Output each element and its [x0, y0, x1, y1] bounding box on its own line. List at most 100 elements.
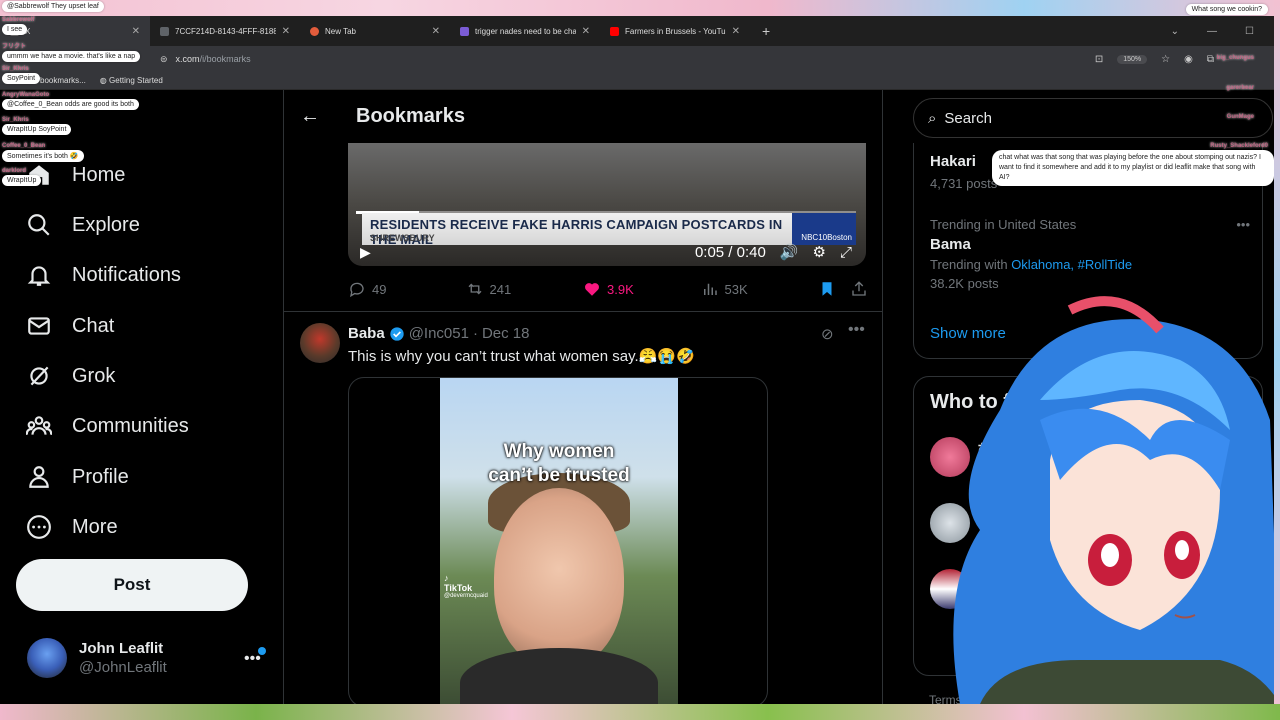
url-field[interactable]: x.com/i/bookmarks — [176, 54, 251, 64]
nav-communities[interactable]: Communities — [26, 413, 189, 439]
tab-search-icon[interactable]: ⌄ — [1171, 26, 1179, 37]
close-icon[interactable]: ✕ — [432, 26, 440, 37]
trending-with: Trending with Oklahoma, #RollTide — [930, 257, 1133, 272]
nav-more[interactable]: More — [26, 514, 118, 540]
grok-icon — [30, 366, 49, 386]
extensions-icon[interactable]: ⧉ — [1207, 54, 1214, 65]
close-icon[interactable]: ✕ — [132, 26, 140, 37]
fullscreen-icon[interactable]: ⤢ — [840, 244, 852, 261]
avatar[interactable] — [300, 323, 340, 363]
tab-youtube[interactable]: Farmers in Brussels - YouTube ✕ — [600, 16, 750, 46]
close-icon[interactable]: ✕ — [282, 26, 290, 37]
chat-message: Sabbrewolf I see — [2, 17, 35, 35]
chat-message: AngryWanaGoto @Coffee_0_Bean odds are goo… — [2, 92, 139, 110]
bookmark-item[interactable]: ◍ Getting Started — [100, 76, 163, 85]
bookmark-icon — [822, 282, 832, 296]
star-icon[interactable]: ☆ — [1161, 54, 1170, 65]
nav-profile[interactable]: Profile — [26, 464, 129, 490]
account-switcher[interactable]: John Leaflit @JohnLeaflit — [27, 638, 167, 678]
follow-suggestion[interactable]: 定 @de — [930, 503, 1006, 543]
reply-icon — [350, 282, 364, 298]
video-controls: ▶ 0:05 / 0:40 🔊 ⚙ ⤢ — [348, 238, 866, 266]
footer-link[interactable]: Terms of Service — [929, 693, 1018, 704]
heart-icon — [585, 283, 599, 296]
nav-notifications[interactable]: Notifications — [26, 262, 181, 288]
search-input[interactable]: ⌕ Search — [913, 98, 1273, 138]
chat-username: garerbear — [1226, 85, 1254, 91]
views-icon — [703, 283, 717, 295]
volume-icon[interactable]: 🔊 — [780, 243, 799, 261]
tiktok-video[interactable]: Why women can’t be trusted ♪ TikTok @dev… — [440, 378, 678, 704]
search-icon — [28, 214, 50, 236]
footer-link[interactable]: Privacy — [1038, 693, 1077, 704]
install-icon[interactable]: ⊡ — [1095, 54, 1103, 65]
close-icon[interactable]: ✕ — [732, 26, 740, 37]
settings-icon[interactable]: ⚙ — [813, 243, 826, 261]
nav-grok[interactable]: Grok — [26, 363, 115, 389]
trend-meta: Trending in United States — [930, 217, 1077, 232]
bell-icon — [27, 266, 51, 286]
tweet-media[interactable]: Why women can’t be trusted ♪ TikTok @dev… — [348, 377, 768, 704]
avatar — [930, 569, 970, 609]
tab-twitch[interactable]: trigger nades need to be chang ✕ — [450, 16, 600, 46]
browser-icon — [310, 26, 319, 36]
follow-suggestion[interactable] — [930, 569, 970, 609]
nav-label: Communities — [72, 414, 189, 437]
view-count: 53K — [724, 281, 748, 297]
tweet-divider — [284, 311, 882, 312]
tweet-video[interactable]: RESIDENTS RECEIVE FAKE HARRIS CAMPAIGN P… — [348, 143, 866, 266]
more-icon[interactable]: ••• — [848, 321, 865, 339]
more-circle-icon — [27, 515, 51, 539]
nav-explore[interactable]: Explore — [26, 212, 140, 238]
like-button[interactable]: 3.9K — [583, 280, 701, 298]
trend-title: Bama — [930, 236, 971, 253]
zoom-indicator[interactable]: 150% — [1117, 54, 1148, 64]
grok-icon[interactable]: ⊘ — [821, 325, 834, 343]
trend-posts: 38.2K posts — [930, 276, 999, 291]
chat-message: What song we cookin? — [1185, 4, 1268, 15]
more-icon[interactable]: ••• — [1236, 217, 1250, 232]
page-header: ← Bookmarks — [284, 90, 882, 143]
chat-message: @Sabbrewolf They upset leaf — [2, 0, 104, 12]
chat-message: Sir_Khris WrapItUp SoyPoint — [2, 117, 72, 135]
page-icon — [160, 26, 169, 36]
account-icon[interactable]: ◉ — [1184, 54, 1193, 65]
post-button[interactable]: Post — [16, 559, 248, 611]
main-column: ← Bookmarks RESIDENTS RECEIVE FAKE HARRI… — [283, 90, 883, 704]
repost-button[interactable]: 241 — [466, 280, 584, 298]
reply-button[interactable]: 49 — [348, 280, 466, 298]
chat-message: Coffee_0_Bean Sometimes it's both 🤣 — [2, 143, 84, 162]
tab-guid[interactable]: 7CCF214D-8143-4FFF-8188-173CA ✕ — [150, 16, 300, 46]
mail-icon — [28, 317, 50, 335]
author-name[interactable]: Baba — [348, 325, 385, 342]
maximize-icon[interactable]: ☐ — [1245, 26, 1254, 37]
communities-icon — [26, 416, 52, 435]
tweet-date[interactable]: Dec 18 — [482, 325, 530, 342]
avatar — [930, 503, 970, 543]
stream-frame-top — [0, 0, 1280, 16]
nav-chat[interactable]: Chat — [26, 313, 114, 339]
bookmark-item[interactable]: bookmarks... — [40, 76, 86, 85]
tab-new-tab[interactable]: New Tab ✕ — [300, 16, 450, 46]
stream-frame-right — [1274, 0, 1280, 720]
close-icon[interactable]: ✕ — [582, 26, 590, 37]
tab-title: New Tab — [325, 26, 356, 36]
author-handle[interactable]: @Inc051 — [409, 325, 469, 342]
like-count: 3.9K — [607, 281, 634, 297]
trend-item[interactable]: Hakari 4,731 posts — [930, 153, 997, 191]
chat-username: big_chungus — [1216, 55, 1254, 61]
tab-title: X — [25, 26, 31, 36]
bookmark-button[interactable] — [818, 280, 836, 298]
minimize-icon[interactable]: — — [1207, 26, 1217, 37]
play-icon[interactable]: ▶ — [360, 244, 371, 261]
new-tab-button[interactable]: + — [750, 23, 782, 39]
share-button[interactable] — [850, 280, 868, 298]
share-icon — [852, 281, 866, 296]
back-arrow-icon[interactable]: ← — [300, 105, 322, 128]
views-button[interactable]: 53K — [701, 280, 819, 298]
chat-message: Sir_Khris SoyPoint — [2, 66, 41, 84]
follow-suggestion[interactable]: 해원 @H — [930, 437, 1006, 477]
site-info-icon[interactable]: ⊜ — [160, 54, 168, 65]
trend-item[interactable]: Trending in United States Bama Trending … — [930, 217, 1250, 291]
show-more-link[interactable]: Show more — [930, 325, 1006, 342]
